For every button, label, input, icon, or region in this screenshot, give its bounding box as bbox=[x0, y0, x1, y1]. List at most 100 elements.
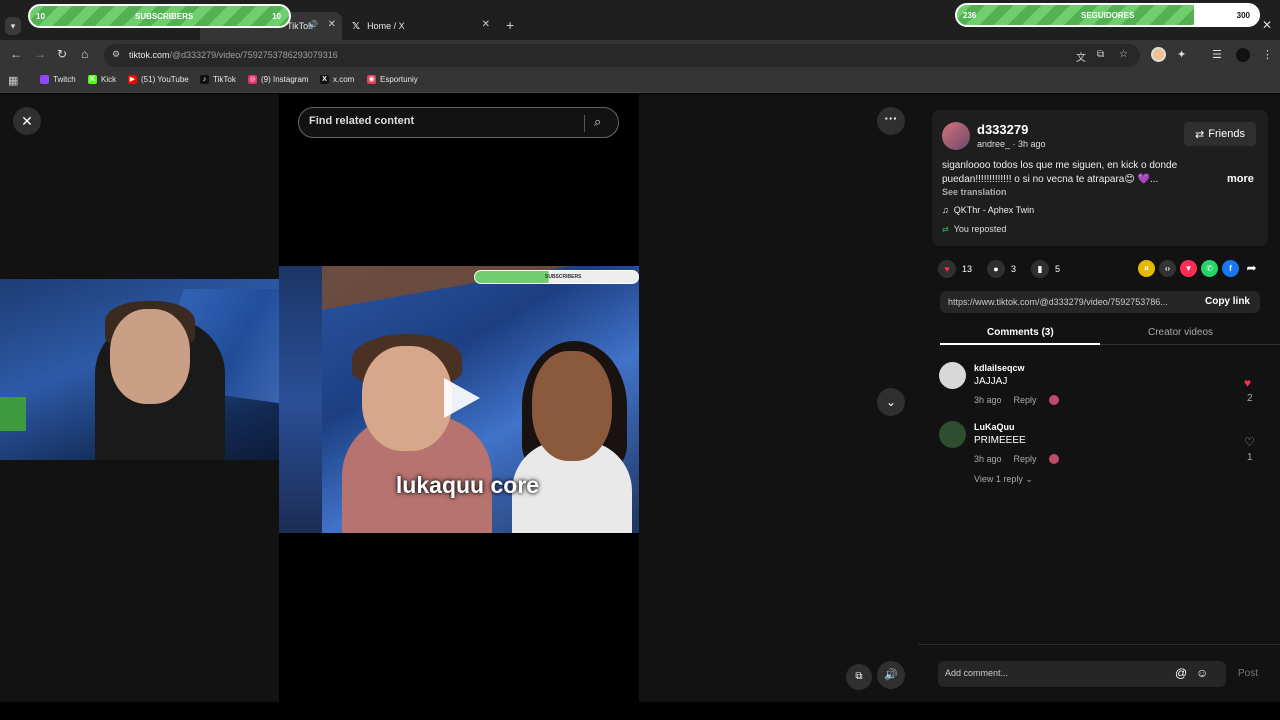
comment-text: PRIMEEEE bbox=[974, 435, 1026, 446]
post-card: d333279 andree_ · 3h ago ⇄ Friends sigan… bbox=[932, 110, 1268, 246]
reaction-icon bbox=[1048, 395, 1059, 405]
bookmarks-bar: ▦ Twitch K Kick ▶ (51) YouTube ♪ TikTok ◎ (9… bbox=[0, 70, 1280, 93]
url-text[interactable]: tiktok.com/@d333279/video/75927537862930… bbox=[129, 50, 338, 60]
commenter-name[interactable]: LuKaQuu bbox=[974, 422, 1015, 432]
reply-button[interactable]: Reply bbox=[1014, 454, 1037, 464]
view-replies-link[interactable]: View 1 reply ⌄ bbox=[974, 474, 1033, 485]
music-link[interactable]: ♫ QKThr - Aphex Twin bbox=[942, 205, 1034, 215]
commenter-avatar[interactable] bbox=[939, 421, 966, 448]
share-buttons: ¤ ‹› ▼ ✆ f ➦ bbox=[1138, 260, 1260, 277]
site-info-icon[interactable]: ⚙ bbox=[112, 49, 120, 60]
next-video-button[interactable]: ⌄ bbox=[877, 388, 905, 416]
menu-icon[interactable]: ⋮ bbox=[1262, 48, 1273, 61]
see-translation-link[interactable]: See translation bbox=[942, 187, 1007, 197]
copy-link-button[interactable]: Copy link bbox=[1205, 296, 1250, 307]
mention-icon[interactable]: @ bbox=[1175, 666, 1187, 680]
bookmark-kick[interactable]: K Kick bbox=[88, 75, 116, 84]
comment-text: JAJJAJ bbox=[974, 376, 1008, 387]
x-icon: X bbox=[320, 75, 329, 84]
video-caption: lukaquu core bbox=[395, 472, 540, 498]
whatsapp-icon[interactable]: ✆ bbox=[1201, 260, 1218, 277]
back-icon[interactable]: ← bbox=[10, 47, 22, 61]
comment-meta: 3h ago Reply bbox=[974, 395, 1059, 405]
author-username[interactable]: d333279 bbox=[977, 122, 1028, 137]
address-bar[interactable]: ⚙ tiktok.com/@d333279/video/759275378629… bbox=[104, 44, 1140, 67]
video-webcam-frame bbox=[0, 279, 322, 460]
chevron-down-icon: ⌄ bbox=[1025, 474, 1033, 484]
like-button[interactable]: ♥ 13 bbox=[938, 260, 972, 278]
twitch-icon bbox=[40, 75, 49, 84]
media-icon[interactable]: ☰ bbox=[1212, 48, 1222, 61]
tab-label: Home / X bbox=[367, 21, 405, 31]
apps-grid-icon[interactable]: ▦ bbox=[8, 74, 18, 87]
bookmark-youtube[interactable]: ▶ (51) YouTube bbox=[128, 75, 189, 84]
picture-in-picture-button[interactable]: ⧉ bbox=[846, 664, 872, 690]
bookmark-tiktok[interactable]: ♪ TikTok bbox=[200, 75, 236, 84]
reply-button[interactable]: Reply bbox=[1014, 395, 1037, 405]
volume-button[interactable]: 🔊 bbox=[877, 661, 905, 689]
tab-creator-videos[interactable]: Creator videos bbox=[1148, 327, 1213, 338]
emoji-icon[interactable]: ☺ bbox=[1196, 666, 1208, 680]
close-player-button[interactable]: ✕ bbox=[13, 107, 41, 135]
coin-icon[interactable]: ¤ bbox=[1138, 260, 1155, 277]
translate-icon[interactable]: 文 bbox=[1076, 49, 1086, 64]
bookmark-instagram[interactable]: ◎ (9) Instagram bbox=[248, 75, 309, 84]
save-button[interactable]: ▮ 5 bbox=[1031, 260, 1060, 278]
comment-like-icon[interactable]: ♥ bbox=[1244, 376, 1251, 390]
post-description: siganloooo todos los que me siguen, en k… bbox=[942, 160, 1178, 185]
comment-like-count: 1 bbox=[1247, 452, 1253, 463]
share-arrow-icon[interactable]: ➦ bbox=[1243, 260, 1260, 277]
tab-home-x[interactable]: 𝕏 Home / X ✕ bbox=[346, 12, 496, 40]
close-icon[interactable]: ✕ bbox=[328, 19, 336, 30]
tab-comments[interactable]: Comments (3) bbox=[987, 327, 1054, 338]
subscribers-overlay: 10 SUBSCRIBERS 10 bbox=[28, 4, 291, 28]
new-tab-button[interactable]: + bbox=[506, 17, 514, 33]
related-search-input[interactable] bbox=[309, 115, 569, 127]
bookmark-icon: ▮ bbox=[1031, 260, 1050, 278]
window-close-icon[interactable]: ✕ bbox=[1262, 18, 1272, 32]
comment-like-icon[interactable]: ♡ bbox=[1244, 435, 1255, 449]
bookmark-esportuniy[interactable]: ◉ Esportuniy bbox=[367, 75, 418, 84]
forward-icon[interactable]: → bbox=[34, 47, 46, 61]
close-icon[interactable]: ✕ bbox=[482, 19, 490, 30]
search-divider bbox=[584, 115, 585, 132]
share-link-text[interactable]: https://www.tiktok.com/@d333279/video/75… bbox=[948, 297, 1193, 307]
swap-icon: ⇄ bbox=[1195, 128, 1205, 141]
facebook-icon[interactable]: f bbox=[1222, 260, 1239, 277]
author-avatar[interactable] bbox=[942, 122, 970, 150]
comment-icon: ● bbox=[987, 260, 1006, 278]
more-link[interactable]: more bbox=[1227, 173, 1254, 185]
tab-search-icon[interactable]: ▾ bbox=[5, 17, 21, 35]
comment-input[interactable] bbox=[945, 668, 1165, 678]
friends-button[interactable]: ⇄ Friends bbox=[1184, 122, 1256, 146]
reload-icon[interactable]: ↻ bbox=[57, 47, 67, 61]
speaker-icon[interactable]: 🔊 bbox=[308, 20, 318, 29]
commenter-avatar[interactable] bbox=[939, 362, 966, 389]
tiktok-send-icon[interactable]: ▼ bbox=[1180, 260, 1197, 277]
extension-avatar-icon[interactable] bbox=[1151, 47, 1166, 62]
more-options-button[interactable]: ··· bbox=[877, 107, 905, 135]
post-actions: ♥ 13 ● 3 ▮ 5 bbox=[938, 260, 1075, 278]
comment-like-count: 2 bbox=[1247, 393, 1253, 404]
play-icon[interactable] bbox=[444, 378, 480, 418]
install-icon[interactable]: ⧉ bbox=[1097, 49, 1104, 60]
profile-icon[interactable] bbox=[1236, 48, 1250, 62]
bookmark-star-icon[interactable]: ☆ bbox=[1119, 49, 1128, 60]
post-button[interactable]: Post bbox=[1238, 668, 1258, 679]
instagram-icon: ◎ bbox=[248, 75, 257, 84]
overlay-left-count: 10 bbox=[36, 12, 45, 21]
reaction-icon bbox=[1048, 454, 1059, 464]
comment-button[interactable]: ● 3 bbox=[987, 260, 1016, 278]
commenter-name[interactable]: kdlailseqcw bbox=[974, 363, 1025, 373]
extensions-icon[interactable]: ✦ bbox=[1177, 48, 1186, 61]
embed-icon[interactable]: ‹› bbox=[1159, 260, 1176, 277]
repost-icon: ⇄ bbox=[942, 225, 949, 234]
overlay-label: SUBSCRIBERS bbox=[135, 12, 194, 21]
search-icon[interactable]: ⌕ bbox=[594, 114, 601, 130]
bookmark-x[interactable]: Xx.com bbox=[320, 75, 354, 84]
kick-icon: K bbox=[88, 75, 97, 84]
home-icon[interactable]: ⌂ bbox=[81, 47, 88, 61]
panel-tabs: Comments (3) Creator videos bbox=[940, 323, 1280, 345]
overlay-right-count: 10 bbox=[272, 12, 281, 21]
bookmark-twitch[interactable]: Twitch bbox=[40, 75, 76, 84]
